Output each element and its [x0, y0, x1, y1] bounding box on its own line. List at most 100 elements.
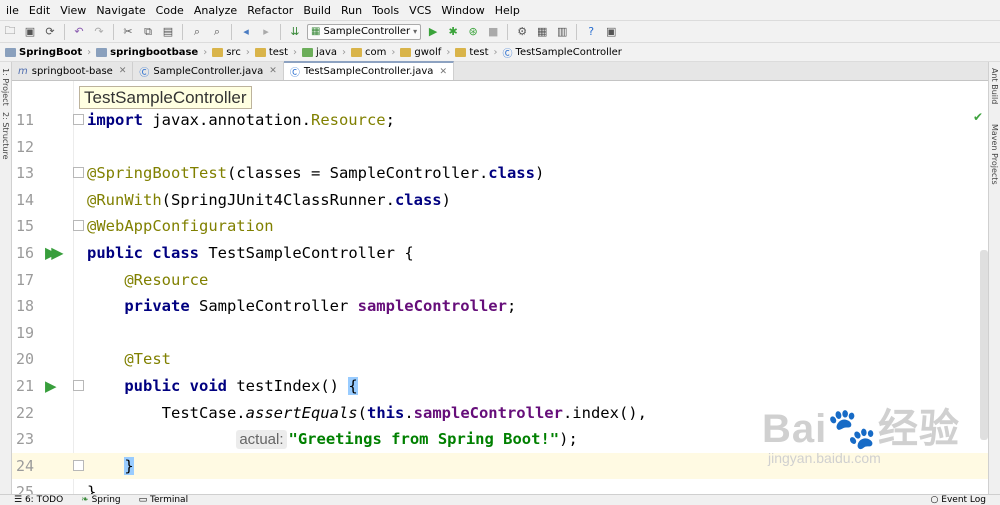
line-number: 20 — [15, 350, 34, 369]
keyword: public — [124, 377, 181, 395]
stop-icon[interactable]: ■ — [485, 24, 501, 40]
todo-tool-button[interactable]: ☰ 6: TODO — [14, 495, 63, 505]
toolbar-separator — [280, 23, 281, 40]
help-icon[interactable]: ? — [583, 24, 599, 40]
code-line: 25 } — [12, 479, 988, 494]
back-icon[interactable]: ◂ — [238, 24, 254, 40]
code-text: .index(), — [562, 403, 647, 422]
menu-help[interactable]: Help — [491, 4, 526, 17]
coverage-icon[interactable]: ⊛ — [465, 24, 481, 40]
run-config-select[interactable]: ▦ SampleController ▾ — [307, 23, 422, 40]
code-text: ; — [506, 297, 517, 316]
menu-build[interactable]: Build — [299, 4, 337, 17]
fold-marker-icon[interactable] — [73, 459, 84, 471]
code-text: ) — [441, 190, 451, 209]
maven-projects-tool-button[interactable]: Maven Projects — [990, 124, 999, 185]
breadcrumb-item[interactable]: test — [452, 47, 491, 58]
code-text: TestCase. — [161, 403, 246, 422]
menu-run[interactable]: Run — [337, 4, 368, 17]
close-icon[interactable]: ✕ — [437, 67, 447, 77]
maven-module-icon: m — [18, 65, 28, 77]
chevron-right-icon: › — [87, 46, 92, 58]
line-number: 22 — [15, 403, 34, 422]
sync-icon[interactable]: ⟳ — [42, 24, 58, 40]
run-test-icon[interactable]: ▶ — [45, 373, 57, 400]
breadcrumb-item[interactable]: src — [209, 47, 244, 58]
tab-testsamplecontroller[interactable]: Ⓒ TestSampleController.java ✕ — [283, 61, 454, 80]
menu-navigate[interactable]: Navigate — [92, 4, 151, 17]
paste-icon[interactable]: ▤ — [160, 24, 176, 40]
tab-samplecontroller[interactable]: Ⓒ SampleController.java ✕ — [133, 62, 284, 80]
run-all-tests-icon[interactable]: ▶▶ — [45, 240, 63, 267]
toolbar-separator — [182, 23, 183, 40]
event-log-button[interactable]: ○ Event Log — [931, 495, 1000, 505]
replace-icon[interactable]: ⌕ — [209, 24, 225, 40]
breadcrumb-item[interactable]: SpringBoot — [2, 47, 85, 58]
structure-tool-button[interactable]: 2: Structure — [1, 112, 10, 160]
menu-code[interactable]: Code — [152, 4, 190, 17]
forward-icon[interactable]: ▸ — [258, 24, 274, 40]
project-tool-button[interactable]: 1: Project — [1, 68, 10, 106]
parameter-hint: actual: — [236, 430, 287, 450]
close-icon[interactable]: ✕ — [117, 66, 127, 76]
menu-file[interactable]: ile — [2, 4, 25, 17]
tab-label: TestSampleController.java — [303, 66, 434, 77]
terminal-tool-button[interactable]: ▭ Terminal — [139, 495, 188, 505]
code-text: Resource — [310, 111, 386, 129]
spring-tool-button[interactable]: ❧ Spring — [81, 495, 120, 505]
fold-marker-icon[interactable] — [73, 380, 84, 391]
package-icon — [351, 47, 362, 57]
project-structure-icon[interactable]: ▦ — [534, 24, 550, 40]
open-folder-icon[interactable]: 🗀 — [2, 24, 18, 40]
fold-marker-icon[interactable] — [73, 167, 84, 179]
save-icon[interactable]: ▣ — [22, 24, 38, 40]
keyword: public — [87, 244, 143, 262]
toolbar-separator — [231, 23, 232, 40]
debug-icon[interactable]: ✱ — [445, 24, 461, 40]
sdk-icon[interactable]: ▥ — [554, 24, 570, 40]
editor-scrollbar[interactable] — [980, 250, 988, 440]
breadcrumb-item[interactable]: Ⓒ TestSampleController — [500, 45, 625, 60]
menu-refactor[interactable]: Refactor — [243, 4, 299, 17]
menu-analyze[interactable]: Analyze — [190, 4, 243, 17]
code-text: TestSampleController { — [199, 244, 414, 262]
menu-window[interactable]: Window — [437, 4, 490, 17]
line-number: 12 — [15, 137, 34, 156]
breadcrumb-item[interactable]: gwolf — [397, 47, 444, 58]
code-text: javax.annotation. — [143, 111, 311, 129]
package-icon — [455, 47, 467, 57]
close-icon[interactable]: ✕ — [267, 66, 277, 76]
menu-bar: ile Edit View Navigate Code Analyze Refa… — [0, 0, 1000, 21]
package-icon — [400, 47, 412, 57]
find-icon[interactable]: ⌕ — [189, 24, 205, 40]
code-line: 18 private SampleController sampleContro… — [12, 293, 988, 320]
line-number: 23 — [15, 430, 34, 449]
fold-marker-icon[interactable] — [73, 114, 84, 125]
class-name-tooltip: TestSampleController — [79, 86, 252, 109]
breadcrumb-item[interactable]: test — [252, 47, 291, 58]
breadcrumb-item[interactable]: springbootbase — [93, 47, 201, 58]
breadcrumb-item[interactable]: com — [348, 47, 389, 58]
menu-tools[interactable]: Tools — [368, 4, 405, 17]
tab-springboot-base[interactable]: m springboot-base ✕ — [12, 62, 134, 80]
menu-edit[interactable]: Edit — [25, 4, 56, 17]
code-line: 16 ▶▶ public class TestSampleController … — [12, 240, 988, 267]
menu-vcs[interactable]: VCS — [405, 4, 437, 17]
undo-icon[interactable]: ↶ — [71, 24, 87, 40]
copy-icon[interactable]: ⧉ — [140, 24, 156, 40]
chevron-right-icon: › — [293, 46, 298, 58]
breadcrumb-item[interactable]: java — [299, 47, 340, 58]
tool-window-icon[interactable]: ▣ — [603, 24, 619, 40]
redo-icon[interactable]: ↷ — [91, 24, 107, 40]
run-config-icon: ▦ — [311, 26, 321, 37]
ant-build-tool-button[interactable]: Ant Build — [990, 68, 999, 104]
terminal-icon: ▭ — [138, 495, 148, 505]
run-icon[interactable]: ▶ — [425, 24, 441, 40]
menu-view[interactable]: View — [56, 4, 92, 17]
settings-icon[interactable]: ⚙ — [514, 24, 530, 40]
code-line: 19 — [12, 320, 988, 347]
class-icon: Ⓒ — [139, 67, 150, 79]
build-icon[interactable]: ⇊ — [287, 24, 303, 40]
fold-marker-icon[interactable] — [73, 220, 84, 232]
cut-icon[interactable]: ✂ — [120, 24, 136, 40]
